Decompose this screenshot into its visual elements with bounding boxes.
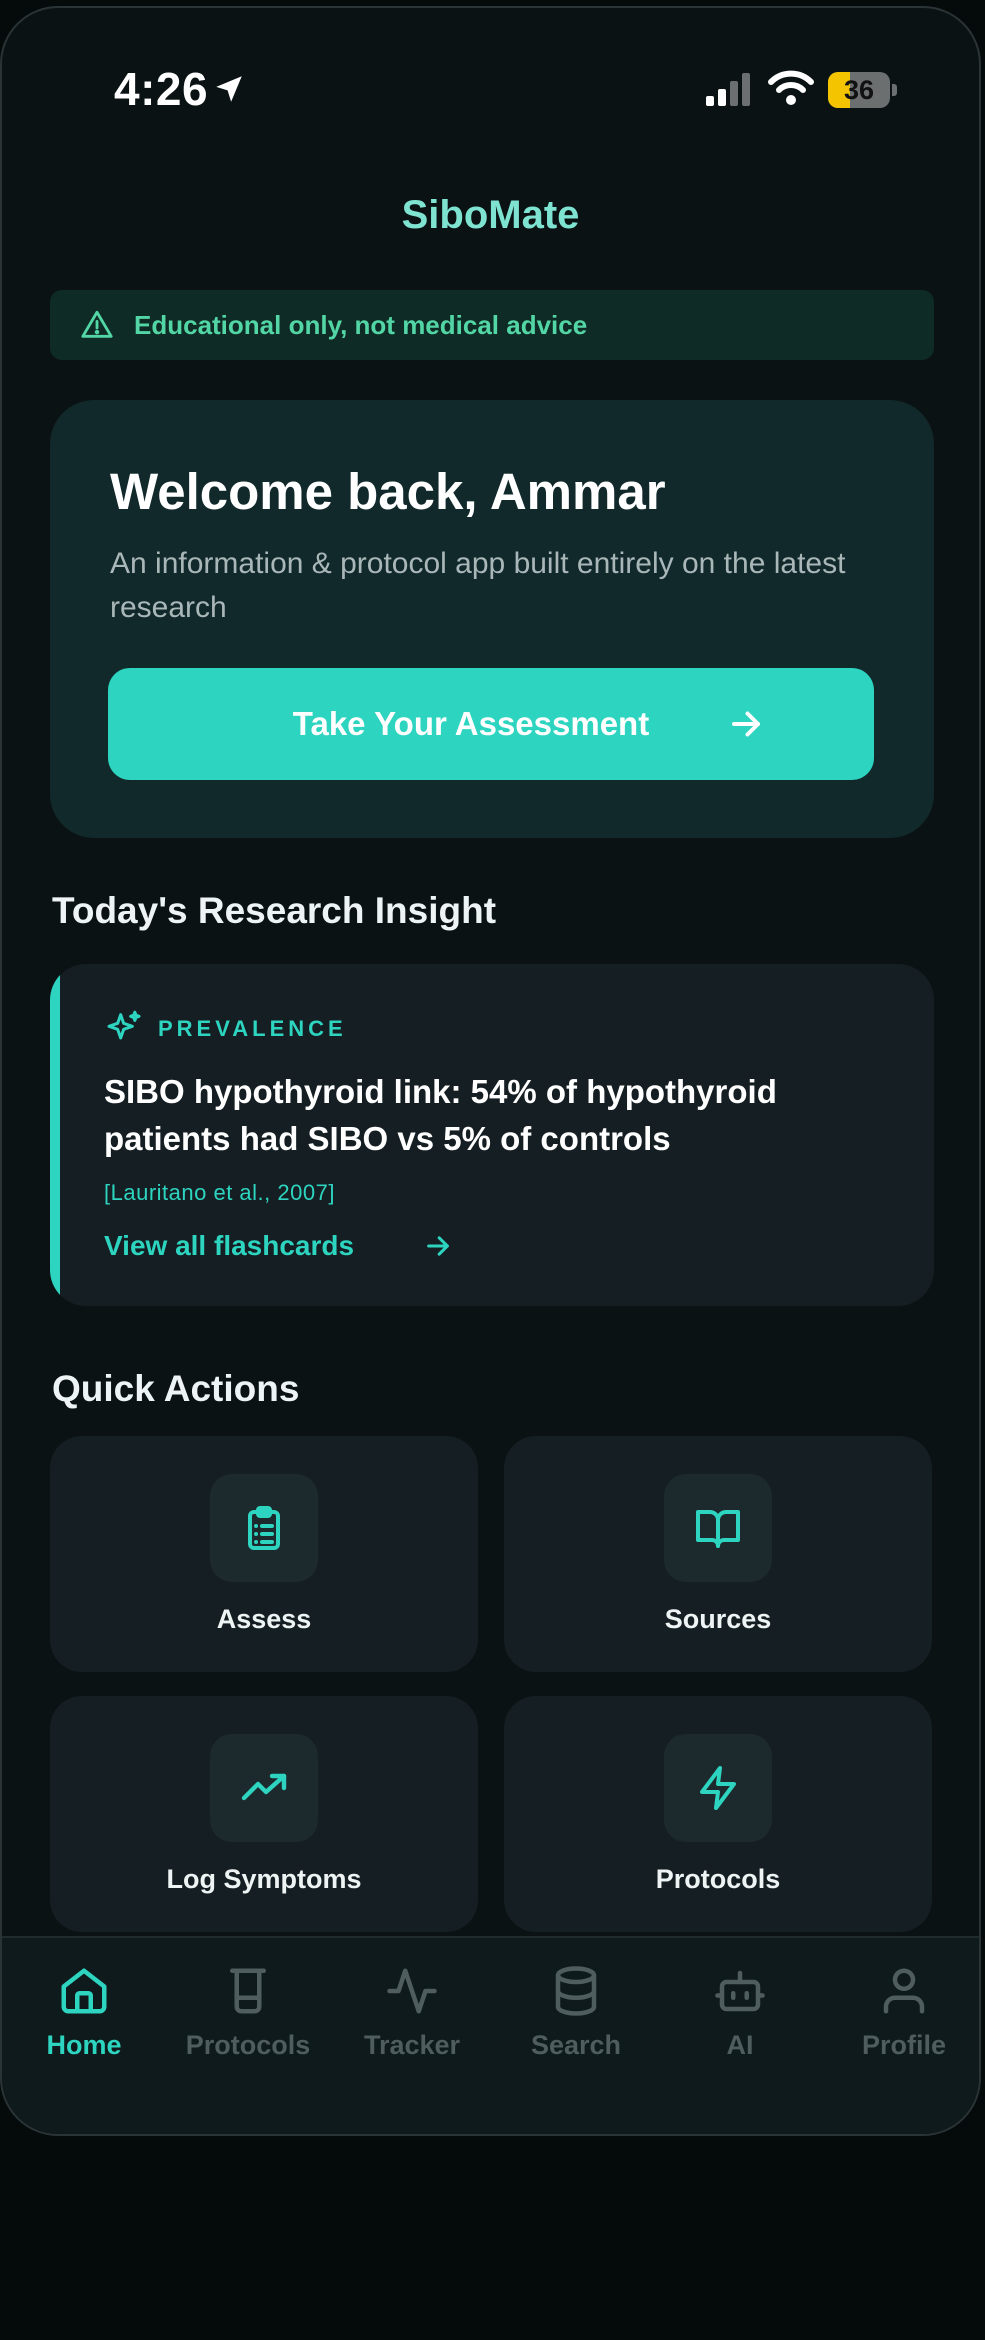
status-bar: 4:26 36 [2,8,979,168]
cellular-signal-icon [706,73,750,106]
beaker-icon [230,1968,266,2014]
take-assessment-button[interactable]: Take Your Assessment [108,668,874,780]
status-time: 4:26 [114,63,209,115]
tab-search[interactable]: Search [494,1938,658,2078]
arrow-right-icon [732,711,760,737]
database-icon [555,1966,597,2016]
location-arrow-icon [216,76,242,102]
tab-label: Protocols [185,2030,311,2060]
insight-fact: SIBO hypothyroid link: 54% of hypothyroi… [104,1073,777,1157]
tab-label: Search [530,2030,622,2060]
clipboard-list-icon [248,1506,280,1550]
tile-icon-box [210,1474,318,1582]
tile-icon-box [664,1474,772,1582]
quick-actions-title: Quick Actions [52,1368,300,1409]
activity-pulse-icon [387,1968,437,2014]
welcome-subtitle: An information & protocol app built enti… [110,547,846,624]
battery-nub [892,84,897,96]
phone-screen: 4:26 36 SiboMate Educational only, not m… [0,6,981,2136]
lightning-icon [700,1766,736,1810]
quick-action-log-symptoms[interactable]: Log Symptoms [50,1696,478,1932]
sparkles-icon [107,1010,141,1040]
welcome-card: Welcome back, Ammar An information & pro… [50,400,934,838]
tile-icon-box [664,1734,772,1842]
user-icon [883,1968,925,2014]
warning-triangle-icon [81,310,113,338]
disclaimer-text: Educational only, not medical advice [134,310,588,340]
app-title: SiboMate [401,193,580,237]
tab-ai[interactable]: AI [658,1938,822,2078]
battery-percent: 36 [843,75,875,105]
tab-label: Tracker [363,2030,461,2060]
tab-label: Home [46,2030,122,2060]
home-icon [61,1968,107,2014]
quick-action-label: Protocols [655,1864,781,1894]
arrow-right-icon [427,1236,449,1256]
quick-action-label: Log Symptoms [166,1864,362,1894]
insight-section-title: Today's Research Insight [52,890,497,931]
insight-category-tag: PREVALENCE [158,1016,347,1041]
view-flashcards-link[interactable]: View all flashcards [104,1230,354,1262]
tab-protocols[interactable]: Protocols [166,1938,330,2078]
quick-action-assess[interactable]: Assess [50,1436,478,1672]
quick-action-label: Assess [216,1604,312,1634]
quick-action-sources[interactable]: Sources [504,1436,932,1672]
disclaimer-banner: Educational only, not medical advice [50,290,934,360]
insight-citation: [Lauritano et al., 2007] [104,1180,335,1205]
battery-indicator: 36 [828,72,898,108]
insight-accent-bar [50,964,60,1306]
quick-action-label: Sources [664,1604,772,1634]
tab-home[interactable]: Home [2,1938,166,2078]
bottom-tab-bar: Home Protocols Tracker Search AI Profile [2,1936,979,2134]
quick-action-protocols[interactable]: Protocols [504,1696,932,1932]
trending-up-icon [241,1773,287,1801]
tab-tracker[interactable]: Tracker [330,1938,494,2078]
tab-profile[interactable]: Profile [822,1938,979,2078]
battery-body: 36 [828,72,890,108]
tab-label: Profile [861,2030,947,2060]
research-insight-card[interactable]: PREVALENCE SIBO hypothyroid link: 54% of… [50,964,934,1306]
welcome-title: Welcome back, Ammar [110,463,666,520]
tab-label: AI [726,2030,754,2060]
open-book-icon [696,1510,740,1548]
wifi-icon [768,70,814,105]
tile-icon-box [210,1734,318,1842]
robot-icon [715,1970,765,2012]
